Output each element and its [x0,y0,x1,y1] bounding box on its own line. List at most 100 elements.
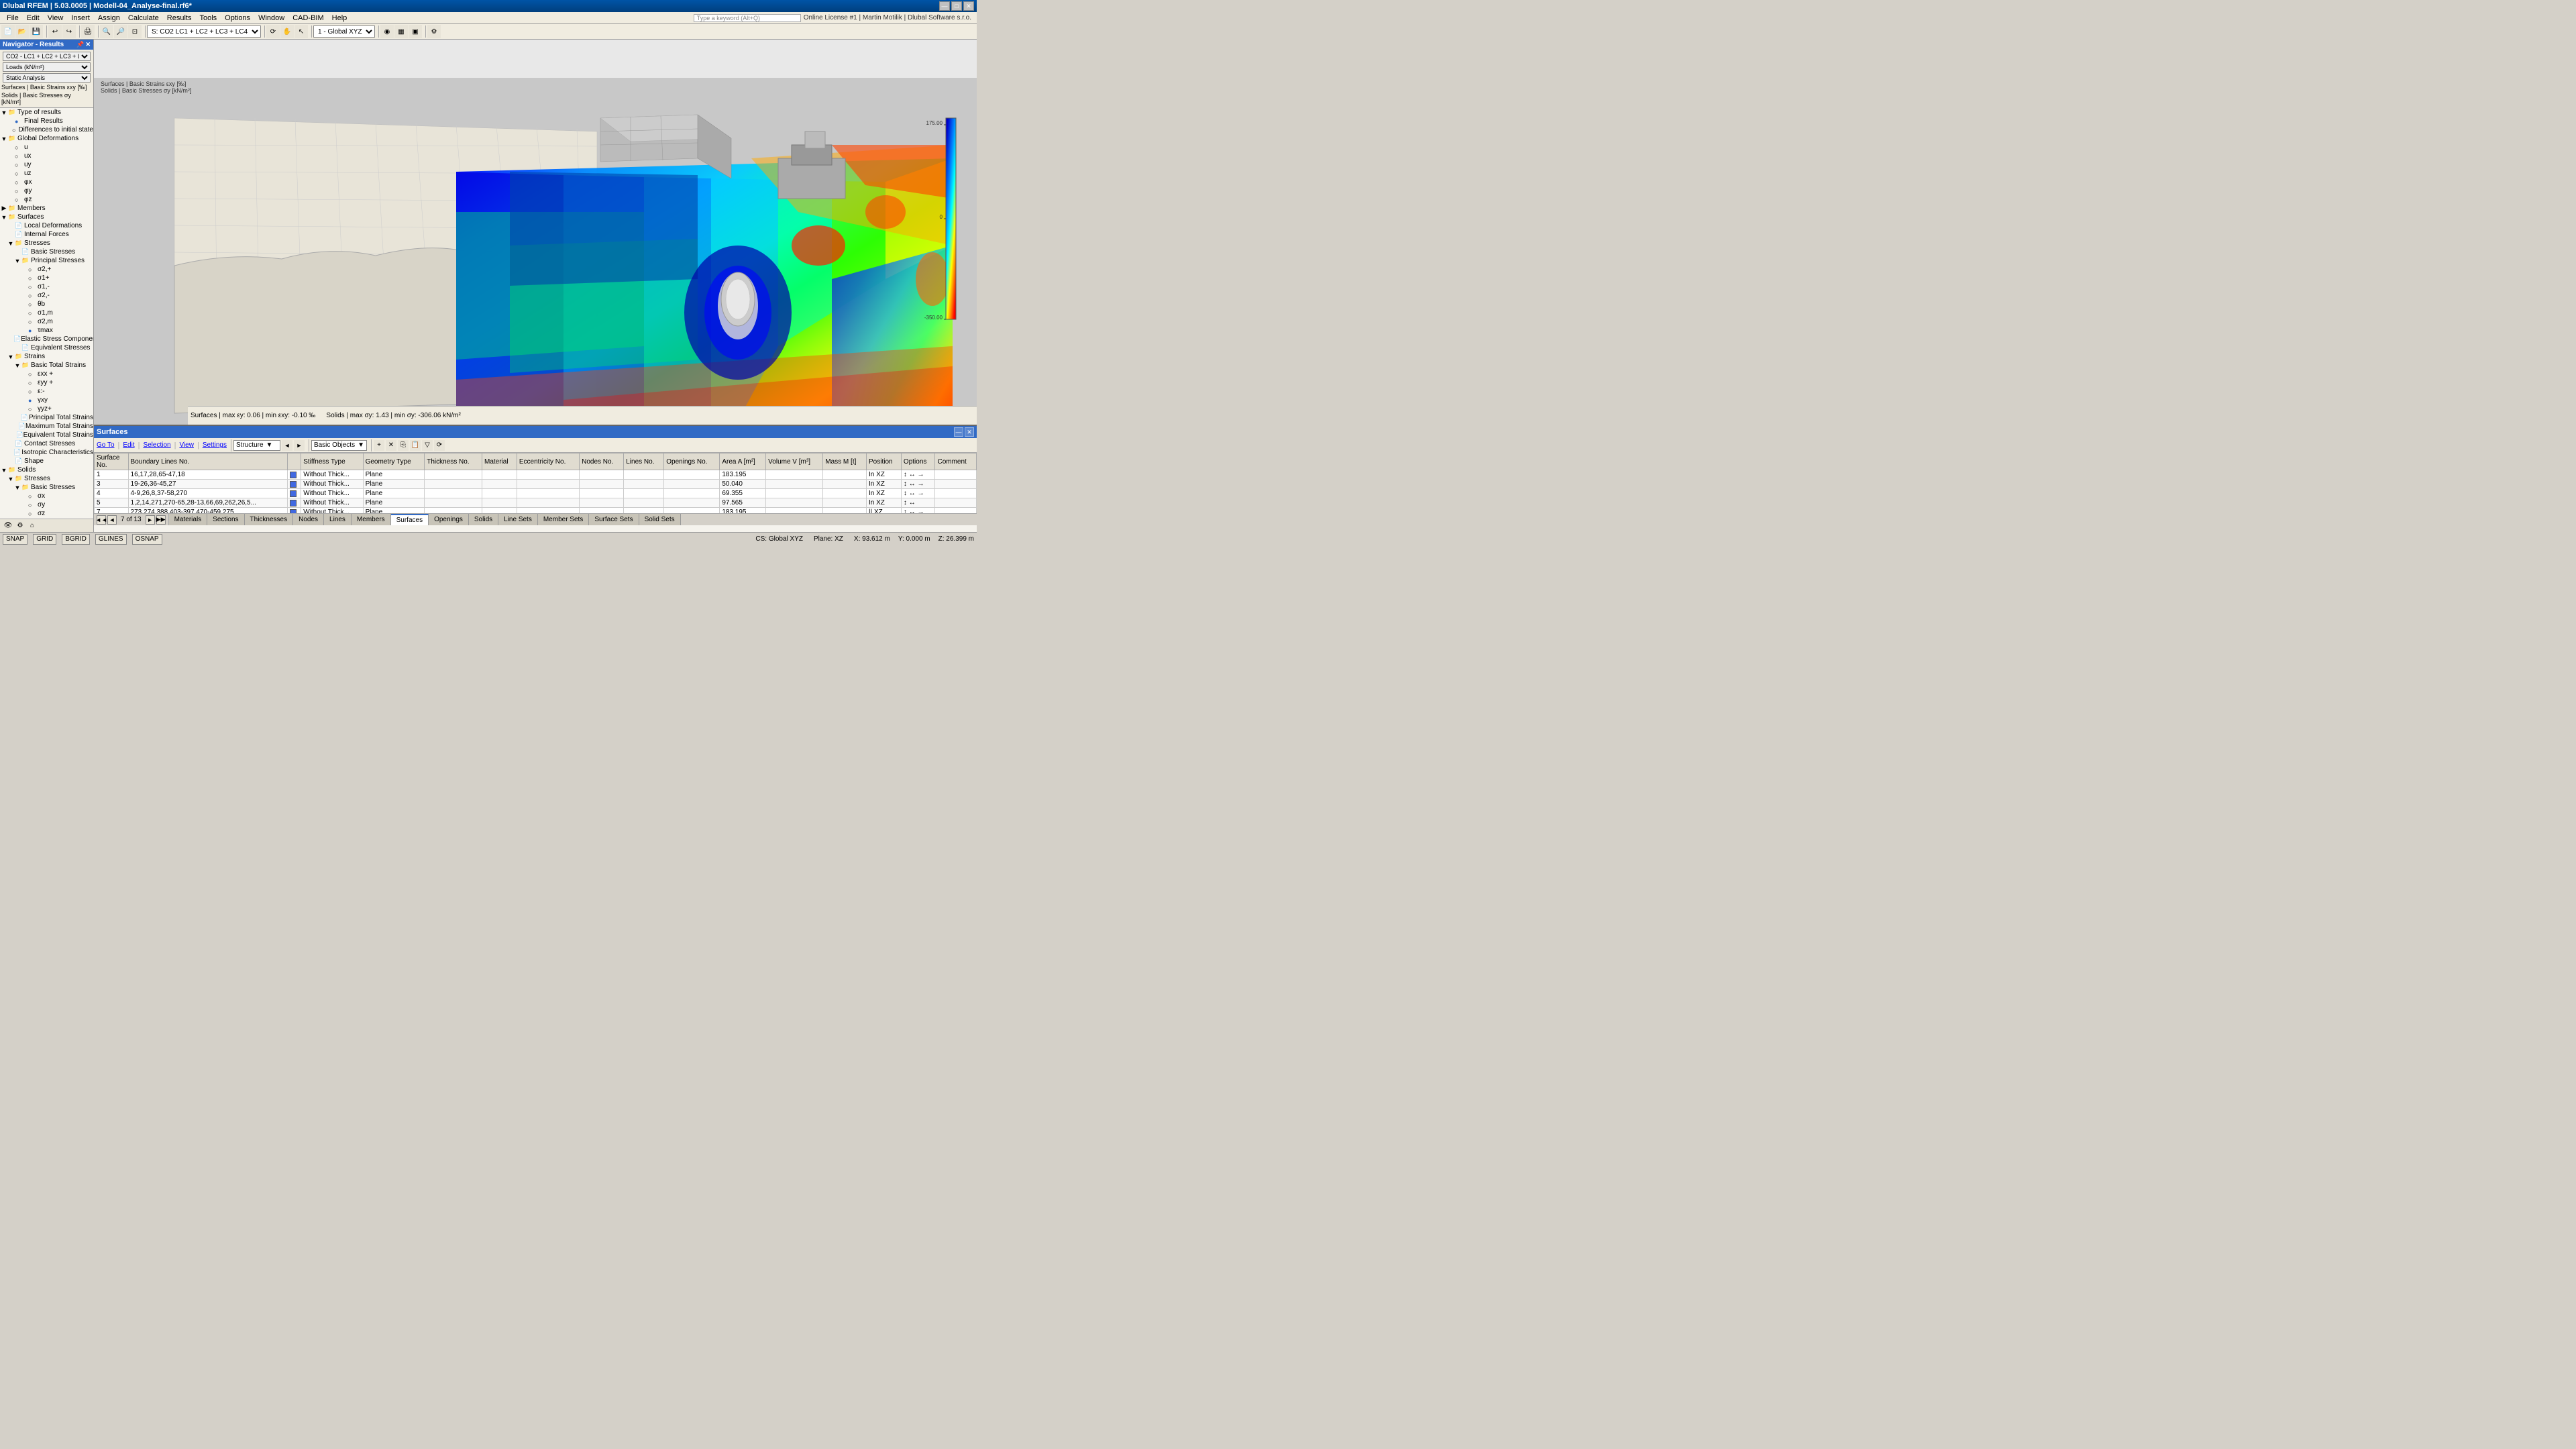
tree-item-46[interactable]: ○σz [0,509,93,518]
tree-item-7[interactable]: ○uz [0,169,93,178]
tree-item-27[interactable]: 📄Equivalent Stresses [0,343,93,352]
lc-selector[interactable]: S: CO2 LC1 + LC2 + LC3 + LC4 [147,25,261,38]
tree-item-13[interactable]: 📄Local Deformations [0,221,93,230]
minimize-button[interactable]: — [939,1,950,11]
tree-item-28[interactable]: ▼📁Strains [0,352,93,361]
menu-tools[interactable]: Tools [195,13,221,23]
tree-item-24[interactable]: ○σ2,m [0,317,93,326]
nav-combo-3[interactable]: Static Analysis [3,73,91,83]
tree-item-4[interactable]: ○u [0,143,93,152]
tree-item-10[interactable]: ○φz [0,195,93,204]
nav-home-button[interactable]: ⌂ [27,521,38,531]
tree-item-34[interactable]: ○γyz+ [0,405,93,413]
menu-edit[interactable]: Edit [23,13,44,23]
tree-item-1[interactable]: ●Final Results [0,117,93,125]
tree-item-20[interactable]: ○σ1,- [0,282,93,291]
menu-cad-bim[interactable]: CAD-BIM [288,13,327,23]
panel-close-button[interactable]: ✕ [965,427,974,437]
zoom-out-button[interactable]: 🔎 [114,25,127,38]
tab-openings[interactable]: Openings [429,514,469,525]
tree-item-2[interactable]: ○Differences to initial state [0,125,93,134]
settings-button[interactable]: ⚙ [427,25,441,38]
maximize-button[interactable]: □ [951,1,962,11]
view-label[interactable]: View [179,441,194,449]
table-row[interactable]: 44-9,26,8,37-58,270Without Thick...Plane… [95,489,977,498]
tree-item-0[interactable]: ▼📁Type of results [0,108,93,117]
rotate-button[interactable]: ⟳ [266,25,280,38]
table-row[interactable]: 7273,274,388,403-397,470-459,275Without … [95,508,977,514]
tree-item-41[interactable]: ▼📁Solids [0,466,93,474]
bgrid-button[interactable]: BGRID [62,534,90,545]
redo-button[interactable]: ↪ [62,25,76,38]
tab-line-sets[interactable]: Line Sets [498,514,538,525]
grid-button[interactable]: GRID [33,534,56,545]
toolbar-right-arrow[interactable]: ► [294,440,305,451]
search-box[interactable]: Type a keyword (Alt+Q) [694,14,801,22]
refresh-button[interactable]: ⟳ [434,440,445,451]
delete-row-button[interactable]: ✕ [386,440,396,451]
glines-button[interactable]: GLINES [95,534,127,545]
tree-item-45[interactable]: ○σy [0,500,93,509]
properties-button[interactable]: 📋 [410,440,421,451]
filter-button[interactable]: ▽ [422,440,433,451]
nav-settings-button-footer[interactable]: ⚙ [15,521,25,531]
nav-combo-1[interactable]: CO2 - LC1 + LC2 + LC3 + LC4 [3,52,91,61]
tab-surface-sets[interactable]: Surface Sets [589,514,639,525]
tree-item-5[interactable]: ○ux [0,152,93,160]
last-page-button[interactable]: ▶▶ [156,515,166,525]
tab-sections[interactable]: Sections [207,514,244,525]
tree-item-18[interactable]: ○σ2,+ [0,265,93,274]
add-row-button[interactable]: + [374,440,384,451]
selection-label[interactable]: Selection [143,441,170,449]
snap-button[interactable]: SNAP [3,534,28,545]
select-button[interactable]: ↖ [294,25,308,38]
menu-assign[interactable]: Assign [94,13,124,23]
nav-view-button[interactable]: 👁 [3,521,13,531]
tree-item-39[interactable]: 📄Isotropic Characteristics [0,448,93,457]
tree-item-11[interactable]: ▶📁Members [0,204,93,213]
tab-solid-sets[interactable]: Solid Sets [639,514,681,525]
nav-pin-button[interactable]: 📌 [76,41,84,48]
tree-item-22[interactable]: ○θb [0,300,93,309]
menu-window[interactable]: Window [254,13,288,23]
menu-results[interactable]: Results [163,13,196,23]
nav-close-button[interactable]: ✕ [85,41,91,48]
edit-label[interactable]: Edit [123,441,134,449]
surfaces-table-scroll[interactable]: SurfaceNo. Boundary Lines No. Stiffness … [94,453,977,513]
tree-item-40[interactable]: 📄Shape [0,457,93,466]
menu-options[interactable]: Options [221,13,254,23]
tree-item-32[interactable]: ○ε:- [0,387,93,396]
tree-item-19[interactable]: ○σ1+ [0,274,93,282]
tree-item-43[interactable]: ▼📁Basic Stresses [0,483,93,492]
toolbar-left-arrow[interactable]: ◄ [282,440,292,451]
tab-nodes[interactable]: Nodes [293,514,324,525]
table-row[interactable]: 51,2,14,271,270-65,28-13,66,69,262,26,5.… [95,498,977,508]
tree-item-14[interactable]: 📄Internal Forces [0,230,93,239]
prev-page-button[interactable]: ◄ [107,515,117,525]
tree-item-3[interactable]: ▼📁Global Deformations [0,134,93,143]
nav-combo-2[interactable]: Loads (kN/m²) [3,62,91,72]
pan-button[interactable]: ✋ [280,25,294,38]
tab-lines[interactable]: Lines [324,514,352,525]
tree-item-33[interactable]: ●γxy [0,396,93,405]
tree-item-25[interactable]: ●τmax [0,326,93,335]
print-button[interactable]: 🖨 [81,25,95,38]
viewport[interactable]: 175.00 0 -350.00 XYZ Surfaces | Basic St… [94,40,977,532]
shaded-button[interactable]: ▣ [409,25,422,38]
first-page-button[interactable]: ◄◄ [97,515,106,525]
render-button[interactable]: ◉ [380,25,394,38]
menu-insert[interactable]: Insert [67,13,94,23]
tree-item-9[interactable]: ○φy [0,186,93,195]
osnap-button[interactable]: OSNAP [132,534,162,545]
tree-item-35[interactable]: 📄Principal Total Strains [0,413,93,422]
tree-item-23[interactable]: ○σ1,m [0,309,93,317]
menu-file[interactable]: File [3,13,23,23]
tab-thicknesses[interactable]: Thicknesses [245,514,294,525]
tree-item-15[interactable]: ▼📁Stresses [0,239,93,248]
tree-item-31[interactable]: ○εyy + [0,378,93,387]
tree-item-30[interactable]: ○εxx + [0,370,93,378]
tab-materials[interactable]: Materials [169,514,208,525]
undo-button[interactable]: ↩ [48,25,62,38]
tree-item-6[interactable]: ○uy [0,160,93,169]
view-selector[interactable]: 1 - Global XYZ [313,25,375,38]
